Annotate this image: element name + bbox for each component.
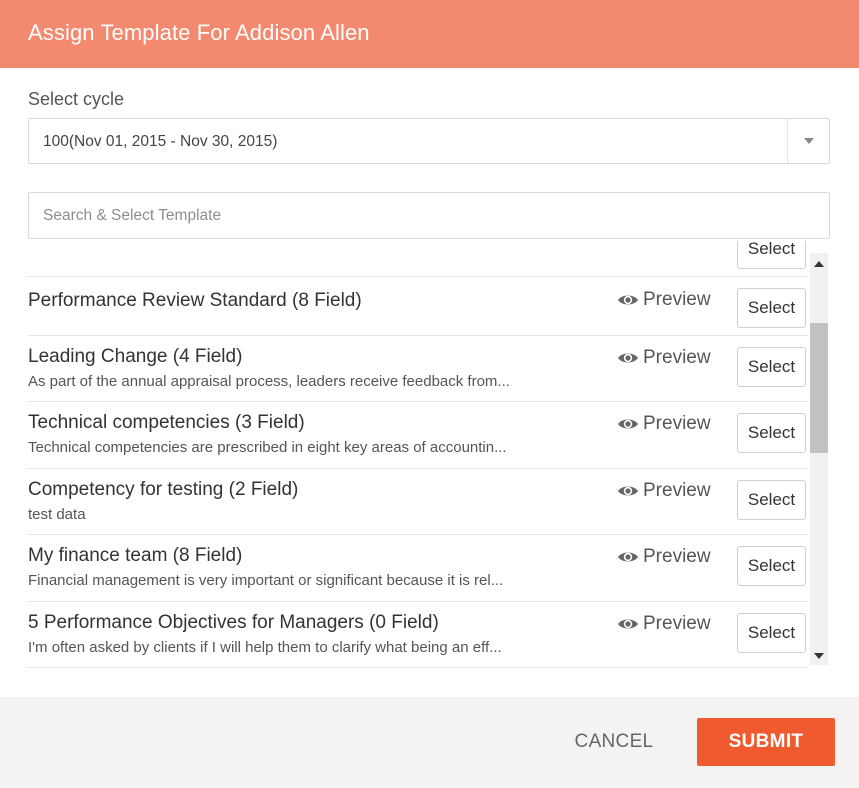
select-template-button[interactable]: Select	[737, 613, 806, 653]
template-title: Performance Review Standard (8 Field)	[28, 290, 362, 311]
select-template-button[interactable]: Select	[737, 241, 806, 269]
preview-label: Preview	[643, 613, 711, 634]
template-list: Select Performance Review Standard (8 Fie…	[28, 241, 830, 668]
template-row: Technical competencies (3 Field) Technica…	[28, 402, 808, 469]
cancel-button[interactable]: CANCEL	[549, 719, 679, 765]
cycle-select[interactable]: 100(Nov 01, 2015 - Nov 30, 2015)	[28, 118, 830, 164]
preview-link[interactable]: Preview	[617, 480, 711, 502]
select-template-button[interactable]: Select	[737, 480, 806, 520]
preview-link[interactable]: Preview	[617, 289, 711, 311]
scrollbar-thumb[interactable]	[810, 323, 828, 453]
template-title: 5 Performance Objectives for Managers (0…	[28, 612, 439, 633]
preview-label: Preview	[643, 413, 711, 434]
template-title: Leading Change (4 Field)	[28, 346, 243, 367]
preview-link[interactable]: Preview	[617, 546, 711, 568]
eye-icon	[618, 295, 638, 305]
chevron-down-icon[interactable]	[787, 119, 829, 163]
eye-icon	[618, 353, 638, 363]
template-row: 5 Performance Objectives for Managers (0…	[28, 602, 808, 668]
dialog-header: Assign Template For Addison Allen	[0, 0, 859, 68]
list-item-partial: Select	[28, 241, 808, 277]
template-row: My finance team (8 Field) Financial manag…	[28, 535, 808, 602]
preview-link[interactable]: Preview	[617, 347, 711, 369]
preview-label: Preview	[643, 289, 711, 310]
template-row: Competency for testing (2 Field) test dat…	[28, 469, 808, 535]
template-row: Performance Review Standard (8 Field) Pre…	[28, 277, 808, 336]
template-title: Competency for testing (2 Field)	[28, 479, 299, 500]
submit-button[interactable]: SUBMIT	[697, 718, 835, 766]
preview-link[interactable]: Preview	[617, 613, 711, 635]
eye-icon	[618, 486, 638, 496]
preview-label: Preview	[643, 546, 711, 567]
template-description: Financial management is very important o…	[28, 572, 504, 589]
template-list-scrollbar[interactable]	[810, 253, 828, 665]
template-title: My finance team (8 Field)	[28, 545, 243, 566]
dialog-title: Assign Template For Addison Allen	[28, 20, 370, 45]
template-description: As part of the annual appraisal process,…	[28, 373, 510, 390]
eye-icon	[618, 419, 638, 429]
preview-link[interactable]: Preview	[617, 413, 711, 435]
preview-label: Preview	[643, 347, 711, 368]
preview-label: Preview	[643, 480, 711, 501]
template-row: Leading Change (4 Field) As part of the a…	[28, 336, 808, 402]
scroll-up-arrow-icon[interactable]	[814, 261, 824, 267]
select-template-button[interactable]: Select	[737, 413, 806, 453]
template-description: test data	[28, 506, 86, 523]
select-template-button[interactable]: Select	[737, 546, 806, 586]
eye-icon	[618, 552, 638, 562]
eye-icon	[618, 619, 638, 629]
cycle-label: Select cycle	[28, 89, 125, 109]
select-template-button[interactable]: Select	[737, 288, 806, 328]
select-template-button[interactable]: Select	[737, 347, 806, 387]
template-description: I'm often asked by clients if I will hel…	[28, 639, 502, 656]
template-description: Technical competencies are prescribed in…	[28, 439, 507, 456]
template-title: Technical competencies (3 Field)	[28, 412, 305, 433]
scroll-down-arrow-icon[interactable]	[814, 653, 824, 659]
dialog-footer: CANCEL SUBMIT	[0, 697, 859, 788]
cycle-selected-value: 100(Nov 01, 2015 - Nov 30, 2015)	[43, 133, 278, 150]
template-search-input[interactable]	[28, 192, 830, 239]
